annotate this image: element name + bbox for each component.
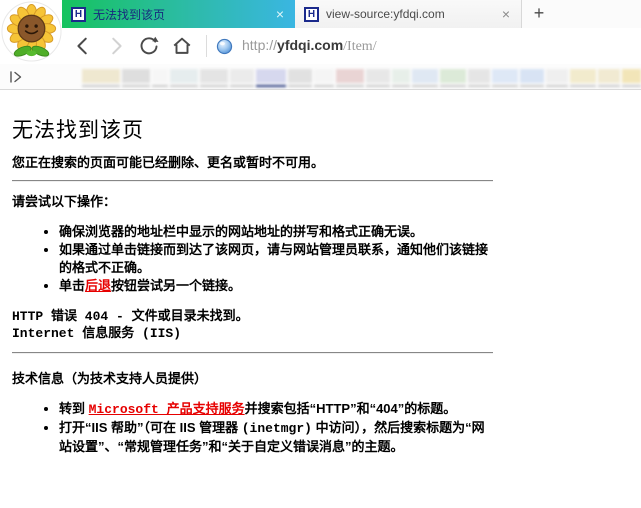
tab-error-page[interactable]: H 无法找到该页 ×	[62, 0, 295, 28]
list-item: 打开“IIS 帮助”（可在 IIS 管理器 (inetmgr) 中访问），然后搜…	[59, 419, 490, 454]
bookmark-item[interactable]	[598, 69, 620, 87]
list-item: 转到 Microsoft 产品支持服务并搜索包括“HTTP”和“404”的标题。	[59, 400, 490, 418]
list-item: 如果通过单击链接而到达了该网页，请与网站管理员联系，通知他们该链接的格式不正确。	[59, 241, 490, 275]
bookmark-item[interactable]	[622, 69, 641, 87]
microsoft-support-link[interactable]: Microsoft 产品支持服务	[89, 402, 245, 417]
divider	[12, 180, 493, 182]
navigation-bar: http://yfdqi.com/Item/	[0, 28, 641, 64]
bookmark-item[interactable]	[200, 69, 228, 87]
bookmark-item[interactable]	[412, 69, 438, 87]
list-item-text: 按钮尝试另一个链接。	[111, 278, 241, 293]
bookmark-item[interactable]	[314, 69, 334, 87]
url-domain: yfdqi.com	[277, 37, 343, 53]
bookmark-item[interactable]	[492, 69, 518, 87]
bookmark-item[interactable]	[468, 69, 490, 87]
tech-heading: 技术信息（为技术支持人员提供）	[12, 370, 641, 387]
tab-view-source[interactable]: H view-source:yfdqi.com ×	[295, 0, 522, 28]
bookmark-item[interactable]	[152, 69, 168, 87]
sunflower-avatar[interactable]	[0, 1, 63, 64]
address-bar[interactable]: http://yfdqi.com/Item/	[242, 37, 377, 55]
bookmark-item[interactable]	[256, 69, 286, 87]
tab-close-icon[interactable]: ×	[500, 7, 512, 21]
tab-bar: H 无法找到该页 × H view-source:yfdqi.com × +	[0, 0, 641, 28]
tips-list: 确保浏览器的地址栏中显示的网站地址的拼写和格式正确无误。 如果通过单击链接而到达…	[12, 223, 490, 294]
page-subtitle: 您正在搜索的页面可能已经删除、更名或暂时不可用。	[12, 154, 641, 171]
tech-list: 转到 Microsoft 产品支持服务并搜索包括“HTTP”和“404”的标题。…	[12, 400, 490, 454]
try-heading: 请尝试以下操作：	[12, 193, 641, 210]
bookmark-item[interactable]	[288, 69, 312, 87]
list-item: 单击后退按钮尝试另一个链接。	[59, 277, 490, 294]
page-title: 无法找到该页	[12, 114, 641, 144]
forward-icon[interactable]	[105, 35, 127, 57]
tab-title: view-source:yfdqi.com	[326, 7, 493, 21]
tab-title: 无法找到该页	[93, 6, 267, 23]
iis-line: Internet 信息服务 (IIS)	[12, 325, 641, 343]
bookmark-item[interactable]	[392, 69, 410, 87]
sidebar-expand-icon[interactable]	[8, 69, 24, 85]
bookmark-item[interactable]	[122, 69, 150, 87]
error-page-content: 无法找到该页 您正在搜索的页面可能已经删除、更名或暂时不可用。 请尝试以下操作：…	[0, 90, 641, 455]
tab-close-icon[interactable]: ×	[274, 7, 286, 21]
url-separator	[206, 35, 207, 57]
refresh-icon[interactable]	[138, 35, 160, 57]
bookmark-item[interactable]	[440, 69, 466, 87]
new-tab-button[interactable]: +	[522, 0, 556, 28]
bookmark-item[interactable]	[366, 69, 390, 87]
tech-info-block: 技术信息（为技术支持人员提供） 转到 Microsoft 产品支持服务并搜索包括…	[12, 370, 641, 455]
site-favicon-h: H	[304, 7, 319, 22]
list-item-text: 并搜索包括“HTTP”和“404”的标题。	[245, 401, 457, 416]
list-item-text: 转到	[59, 401, 89, 416]
http-error-block: HTTP 错误 404 - 文件或目录未找到。 Internet 信息服务 (I…	[12, 308, 641, 343]
site-globe-icon	[216, 38, 233, 55]
bookmark-item[interactable]	[170, 69, 198, 87]
list-item-text: 单击	[59, 278, 85, 293]
bookmark-blocks	[82, 66, 641, 87]
back-icon[interactable]	[72, 35, 94, 57]
bookmark-item[interactable]	[336, 69, 364, 87]
sunflower-icon	[0, 1, 63, 64]
bookmark-item[interactable]	[230, 69, 254, 87]
browser-window: H 无法找到该页 × H view-source:yfdqi.com × +	[0, 0, 641, 508]
url-scheme: http://	[242, 37, 277, 53]
list-item-text: 打开“IIS 帮助”（可在 IIS 管理器	[59, 420, 242, 435]
bookmark-item[interactable]	[520, 69, 544, 87]
url-path: /Item/	[343, 39, 376, 54]
home-icon[interactable]	[171, 35, 193, 57]
bookmarks-bar	[0, 64, 641, 90]
http-error-line: HTTP 错误 404 - 文件或目录未找到。	[12, 308, 641, 326]
list-item: 确保浏览器的地址栏中显示的网站地址的拼写和格式正确无误。	[59, 223, 490, 240]
bookmark-item[interactable]	[82, 69, 120, 87]
bookmark-item[interactable]	[546, 69, 568, 87]
back-link[interactable]: 后退	[85, 278, 111, 293]
divider	[12, 352, 493, 354]
bookmark-item[interactable]	[570, 69, 596, 87]
site-favicon-h: H	[71, 7, 86, 22]
inetmgr-text: (inetmgr)	[242, 421, 312, 436]
